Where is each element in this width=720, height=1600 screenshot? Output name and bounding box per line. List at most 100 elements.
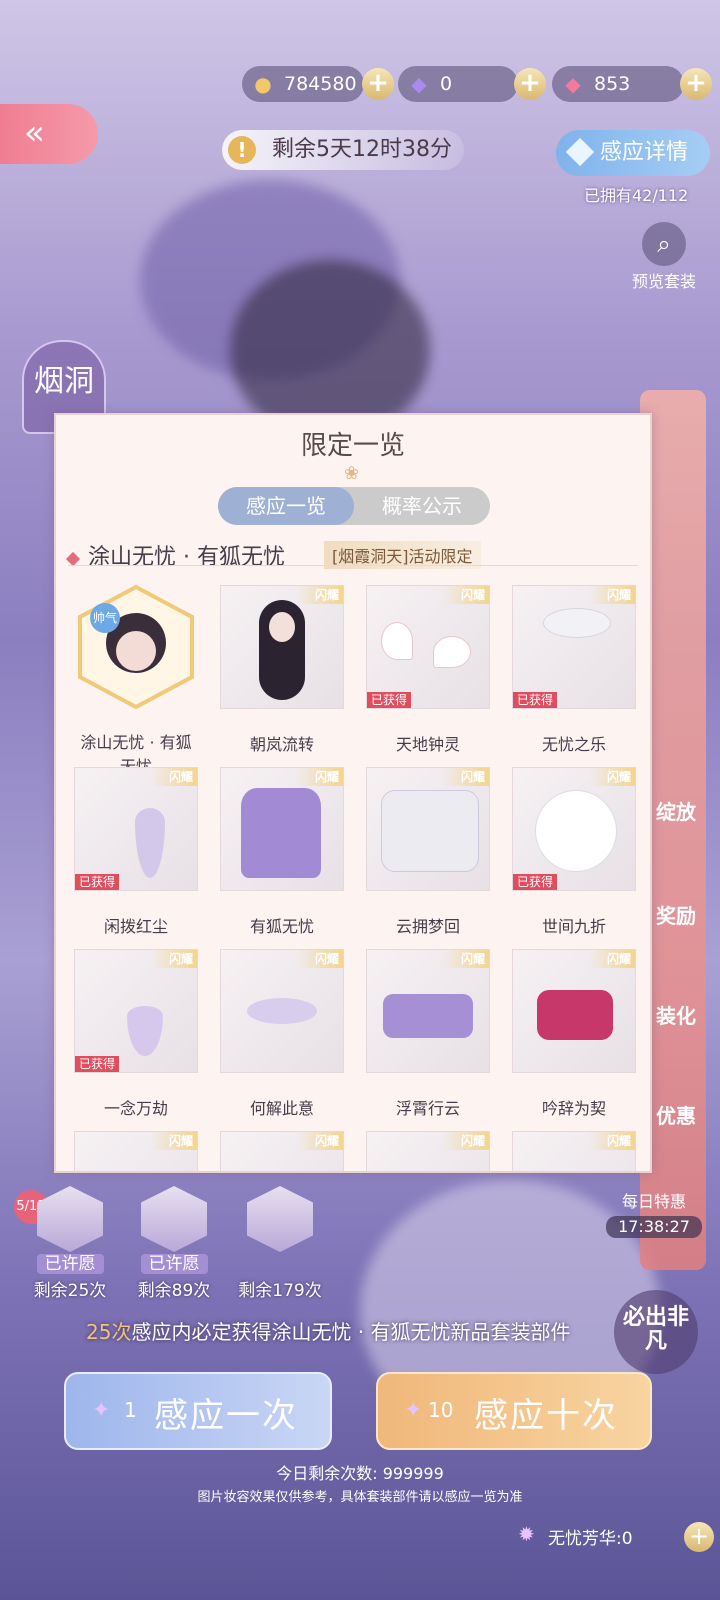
- timer-text: 剩余5天12时38分: [272, 137, 452, 162]
- item-card[interactable]: 闪耀 云拥梦回: [366, 767, 490, 937]
- magnifier-icon: ⌕: [642, 222, 686, 266]
- panel-title: 限定一览: [300, 431, 405, 461]
- side-menu-item-reward[interactable]: 奖励: [656, 900, 696, 929]
- item-card[interactable]: 闪耀: [512, 1131, 636, 1171]
- guarantee-seal: 必出非凡: [614, 1290, 698, 1374]
- guarantee-notice: 25次感应内必定获得涂山无忧 · 有狐无忧新品套装部件: [86, 1316, 571, 1345]
- item-card[interactable]: 帅气 涂山无忧 · 有狐无忧: [74, 585, 198, 777]
- owned-tag: 已获得: [367, 692, 412, 708]
- item-thumbnail: 闪耀 已获得: [512, 585, 636, 709]
- wish-portrait: [247, 1186, 313, 1252]
- suit-name: 涂山无忧 · 有狐无忧: [88, 545, 285, 570]
- item-name: 闲拨红尘: [103, 917, 168, 936]
- owned-tag: 已获得: [75, 1056, 120, 1072]
- sparkle-icon: ✦: [404, 1398, 423, 1423]
- cat-coin-resource: ● 784580: [242, 66, 364, 102]
- add-bottom-resource-button[interactable]: +: [684, 1522, 714, 1552]
- item-thumbnail: 闪耀: [74, 1131, 198, 1171]
- back-button[interactable]: «: [0, 104, 98, 164]
- back-arrow-icon: «: [24, 113, 45, 153]
- item-name: 世间九折: [541, 917, 606, 936]
- item-thumbnail: 闪耀: [512, 949, 636, 1073]
- item-card[interactable]: 闪耀: [366, 1131, 490, 1171]
- item-name: 吟辞为契: [541, 1099, 606, 1118]
- wish-remaining: 剩余89次: [137, 1281, 211, 1301]
- wish-slot[interactable]: 已许愿 剩余25次: [20, 1186, 120, 1301]
- wish-status: 已许愿: [140, 1254, 208, 1274]
- daily-special-label: 每日特惠: [621, 1192, 686, 1211]
- item-name: 无忧之乐: [541, 735, 606, 754]
- diamond-icon: ◆: [411, 72, 427, 96]
- pink-diamond-resource: ◆ 853: [552, 66, 684, 102]
- rarity-tag: 闪耀: [589, 1132, 635, 1150]
- item-card[interactable]: 闪耀 已获得 一念万劫: [74, 949, 198, 1119]
- item-thumbnail: 闪耀: [512, 1131, 636, 1171]
- draw-ten-label: 感应十次: [474, 1396, 618, 1436]
- item-name: 浮霄行云: [395, 1099, 460, 1118]
- item-thumbnail: 闪耀: [220, 1131, 344, 1171]
- rarity-tag: 闪耀: [589, 768, 635, 786]
- wish-portrait: [141, 1186, 207, 1252]
- draw-once-button[interactable]: ✦ 1 感应一次: [64, 1372, 332, 1450]
- item-name: 有狐无忧: [249, 917, 314, 936]
- add-cat-coin-button[interactable]: +: [362, 68, 394, 100]
- bottom-resource-value: 无忧芳华:0: [548, 1529, 633, 1549]
- pink-diamond-icon: ◆: [565, 72, 581, 96]
- tab-probability[interactable]: 概率公示: [354, 487, 490, 525]
- item-name: 云拥梦回: [395, 917, 460, 936]
- item-thumbnail: 闪耀: [366, 767, 490, 891]
- rarity-tag: 闪耀: [297, 950, 343, 968]
- add-pink-diamond-button[interactable]: +: [680, 68, 712, 100]
- rarity-tag: 闪耀: [297, 586, 343, 604]
- item-thumbnail: 闪耀 已获得: [512, 767, 636, 891]
- rarity-tag: 闪耀: [297, 768, 343, 786]
- item-card[interactable]: 闪耀 何解此意: [220, 949, 344, 1119]
- detail-button-label: 感应详情: [600, 140, 689, 165]
- guarantee-count: 25次: [86, 1320, 132, 1344]
- rarity-tag: 闪耀: [443, 586, 489, 604]
- item-card[interactable]: 闪耀: [220, 1131, 344, 1171]
- suit-heading: 涂山无忧 · 有狐无忧: [65, 539, 285, 571]
- item-thumbnail: 闪耀 已获得: [366, 585, 490, 709]
- side-menu-item-discount[interactable]: 优惠: [656, 1100, 696, 1129]
- item-card[interactable]: 闪耀: [74, 1131, 198, 1171]
- gem-icon: [565, 137, 595, 167]
- owned-tag: 已获得: [75, 874, 120, 890]
- star-flower-icon: ✹: [518, 1522, 535, 1546]
- item-card[interactable]: 闪耀 朝岚流转: [220, 585, 344, 755]
- tab-bar: 感应一览 概率公示: [218, 487, 490, 525]
- item-name: 天地钟灵: [395, 735, 460, 754]
- wish-remaining: 剩余179次: [238, 1281, 322, 1301]
- rarity-tag: 闪耀: [443, 768, 489, 786]
- item-thumbnail: 闪耀 已获得: [74, 767, 198, 891]
- wish-slot[interactable]: 剩余179次: [230, 1186, 330, 1301]
- item-card[interactable]: 闪耀 浮霄行云: [366, 949, 490, 1119]
- daily-special-button[interactable]: 每日特惠 17:38:27: [606, 1188, 702, 1238]
- item-card[interactable]: 闪耀 已获得 天地钟灵: [366, 585, 490, 755]
- preview-outfit-button[interactable]: ⌕ 预览套装: [624, 222, 704, 292]
- diamond-bullet-icon: [65, 551, 81, 567]
- wish-remaining: 剩余25次: [33, 1281, 107, 1301]
- item-card[interactable]: 闪耀 有狐无忧: [220, 767, 344, 937]
- add-diamond-button[interactable]: +: [514, 68, 546, 100]
- diamond-resource: ◆ 0: [398, 66, 518, 102]
- detail-button[interactable]: 感应详情: [556, 130, 710, 176]
- side-menu-item-bloom[interactable]: 绽放: [656, 796, 696, 825]
- item-card[interactable]: 闪耀 已获得 世间九折: [512, 767, 636, 937]
- rarity-tag: 闪耀: [297, 1132, 343, 1150]
- item-card[interactable]: 闪耀 吟辞为契: [512, 949, 636, 1119]
- item-card[interactable]: 闪耀 已获得 闲拨红尘: [74, 767, 198, 937]
- draw-once-count: 1: [124, 1398, 137, 1422]
- bottom-resource: ✹ 无忧芳华:0: [518, 1522, 633, 1549]
- item-card[interactable]: 闪耀 已获得 无忧之乐: [512, 585, 636, 755]
- tab-induction-list[interactable]: 感应一览: [218, 487, 354, 525]
- wish-status: 已许愿: [36, 1254, 104, 1274]
- divider: [68, 565, 638, 566]
- wish-slot[interactable]: 已许愿 剩余89次: [124, 1186, 224, 1301]
- cat-coin-icon: ●: [254, 72, 272, 96]
- side-menu-item-transform[interactable]: 装化: [656, 1000, 696, 1029]
- rarity-tag: 闪耀: [443, 1132, 489, 1150]
- item-thumbnail: 闪耀: [220, 949, 344, 1073]
- item-thumbnail: 闪耀: [366, 949, 490, 1073]
- draw-ten-button[interactable]: ✦ 10 感应十次: [376, 1372, 652, 1450]
